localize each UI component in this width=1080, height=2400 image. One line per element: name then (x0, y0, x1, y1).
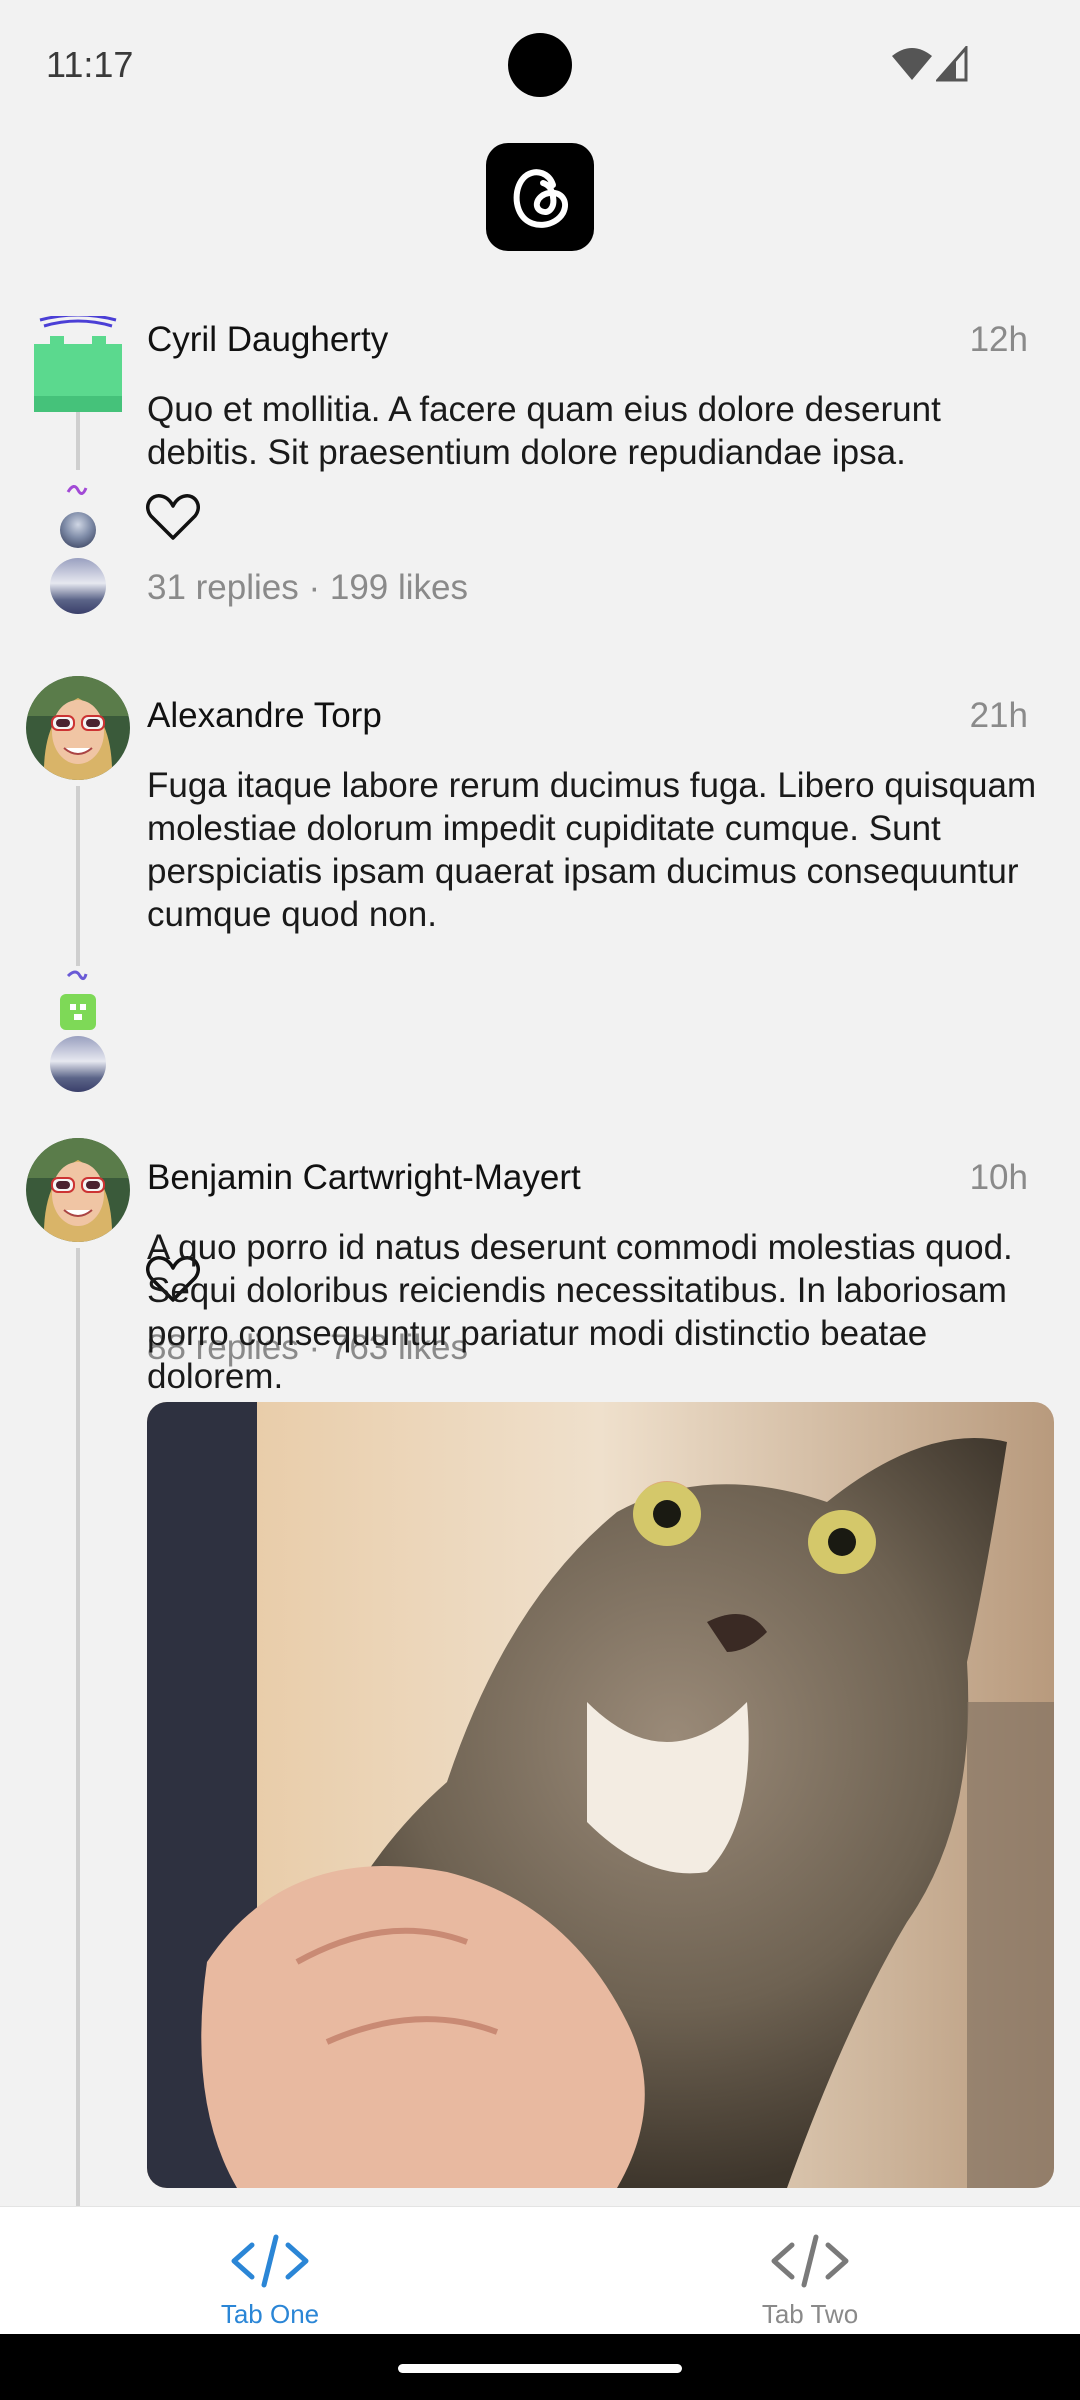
post-text: Fuga itaque labore rerum ducimus fuga. L… (147, 766, 1037, 934)
post-stats[interactable]: 31 replies · 199 likes (147, 568, 468, 608)
code-icon (231, 2234, 309, 2288)
home-indicator[interactable] (398, 2364, 682, 2373)
post-time: 10h (969, 1158, 1028, 1197)
wifi-icon (892, 48, 932, 80)
mini-avatar-pattern (60, 994, 96, 1030)
threads-at-glyph-icon (513, 169, 569, 228)
threads-logo-icon (486, 143, 594, 251)
heart-icon[interactable] (145, 492, 201, 542)
thread-line (76, 1248, 80, 2206)
thread-feed[interactable]: Cyril Daugherty 12h Quo et mollitia. A f… (0, 300, 1080, 2206)
post-text: Quo et mollitia. A facere quam eius dolo… (147, 390, 941, 472)
status-bar: 11:17 (0, 0, 1080, 130)
post-time: 21h (969, 696, 1028, 735)
kitten-photo[interactable] (147, 1402, 1054, 2188)
post-author[interactable]: Cyril Daugherty (147, 320, 388, 360)
mini-avatar-squiggle (66, 482, 88, 500)
castle-avatar-icon[interactable] (34, 316, 122, 412)
mini-avatar-landscape (50, 1036, 106, 1092)
system-nav-bar (0, 2334, 1080, 2400)
post-author[interactable]: Benjamin Cartwright-Mayert (147, 1158, 581, 1198)
mini-avatar-squiggle (66, 968, 88, 986)
post-2[interactable]: Alexandre Torp 21h Fuga itaque labore re… (0, 676, 1080, 1367)
tab-label: Tab Two (761, 2299, 859, 2329)
avatar[interactable] (26, 676, 130, 780)
post-author[interactable]: Alexandre Torp (147, 696, 382, 736)
bottom-tab-bar: Tab One Tab Two (0, 2206, 1080, 2334)
post-1[interactable]: Cyril Daugherty 12h Quo et mollitia. A f… (0, 300, 1080, 660)
thread-line (76, 786, 80, 966)
thread-line (76, 410, 80, 470)
post-text: A quo porro id natus deserunt commodi mo… (147, 1228, 1013, 1396)
tab-one[interactable]: Tab One (0, 2207, 540, 2335)
post-3[interactable]: Benjamin Cartwright-Mayert 10h A quo por… (0, 1138, 1080, 2206)
post-time: 12h (969, 320, 1028, 359)
code-icon (771, 2234, 849, 2288)
signal-icon (936, 46, 968, 82)
avatar[interactable] (26, 1138, 130, 1242)
camera-cutout (508, 33, 572, 97)
tab-label: Tab One (220, 2299, 320, 2329)
tab-two[interactable]: Tab Two (540, 2207, 1080, 2335)
mini-avatar-landscape (50, 558, 106, 614)
mini-avatar-orb (60, 512, 96, 548)
status-time: 11:17 (46, 44, 134, 85)
